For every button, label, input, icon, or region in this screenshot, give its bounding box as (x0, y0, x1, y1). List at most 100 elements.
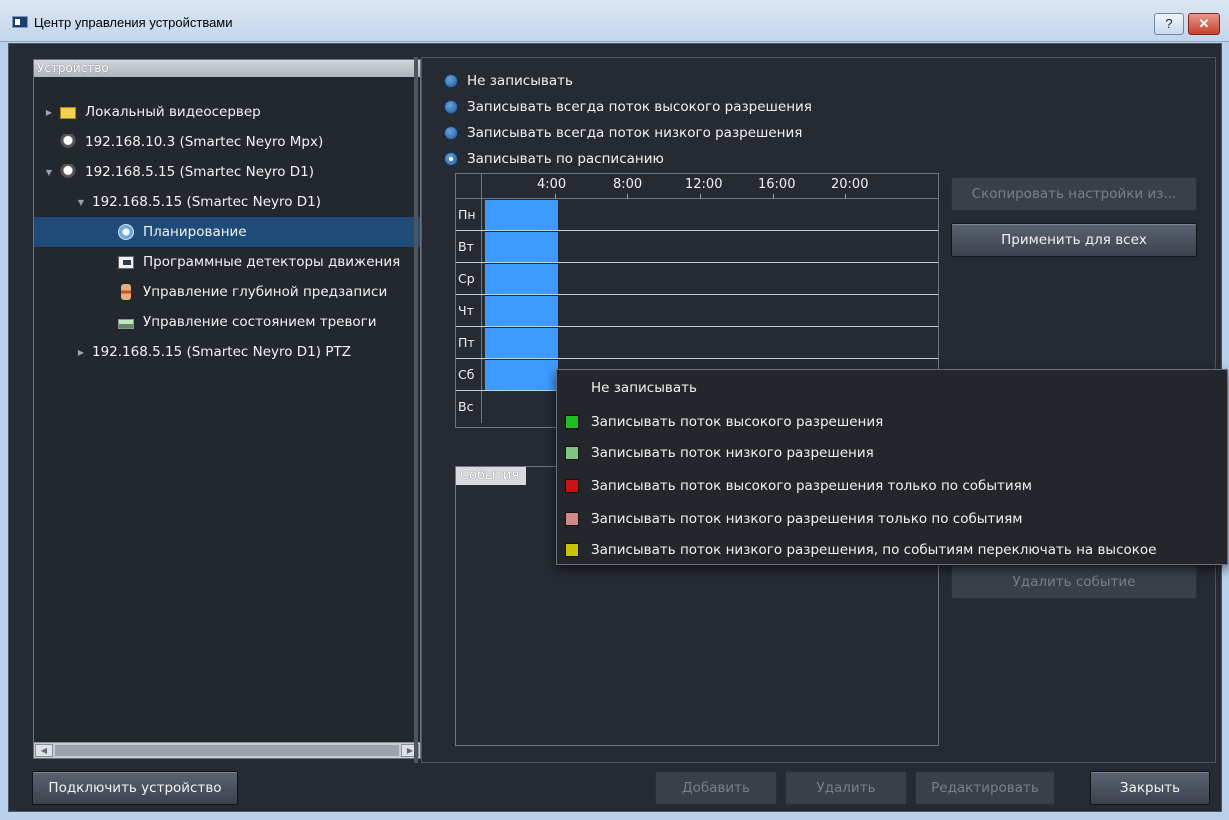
hour-label: 16:00 (758, 177, 796, 192)
tree-item-label: Локальный видеосервер (85, 104, 261, 120)
day-label: Вс (456, 391, 482, 423)
recorded-block[interactable] (485, 200, 558, 230)
tree-item-channel-d1[interactable]: ▼ 192.168.5.15 (Smartec Neyro D1) (76, 187, 321, 217)
tree-item-label: Программные детекторы движения (143, 254, 401, 270)
menu-item-label: Записывать поток низкого разрешения (591, 445, 874, 461)
tree-item-label: 192.168.5.15 (Smartec Neyro D1) (92, 194, 322, 210)
camera-icon (60, 134, 76, 150)
hour-label: 20:00 (831, 177, 869, 192)
copy-settings-button[interactable]: Скопировать настройки из... (951, 177, 1197, 211)
delete-button[interactable]: Удалить (785, 771, 907, 805)
day-label: Сб (456, 359, 482, 390)
panel-splitter[interactable] (414, 57, 418, 763)
recorded-block[interactable] (485, 328, 558, 358)
app-window-icon (12, 16, 28, 28)
title-bar: Центр управления устройствами ? ✕ (0, 0, 1229, 42)
radio-button-icon[interactable] (444, 74, 458, 88)
tree-item-device-d1[interactable]: ▼ 192.168.5.15 (Smartec Neyro D1) (44, 157, 314, 187)
radio-record-always-high[interactable]: Записывать всегда поток высокого разреше… (444, 97, 812, 117)
expand-arrow-icon[interactable]: ▶ (76, 348, 86, 357)
radio-label: Не записывать (467, 73, 573, 89)
menu-item-no-record[interactable]: Не записывать (557, 372, 1227, 404)
menu-item-label: Записывать поток высокого разрешения (591, 414, 884, 430)
color-swatch-icon (565, 512, 579, 526)
schedule-day-row[interactable]: Пн (456, 199, 938, 231)
radio-button-icon[interactable] (444, 100, 458, 114)
menu-item-label: Записывать поток высокого разрешения тол… (591, 478, 1032, 494)
menu-item-record-high[interactable]: Записывать поток высокого разрешения (557, 406, 1227, 438)
connect-device-button[interactable]: Подключить устройство (32, 771, 238, 805)
tree-item-device-mpx[interactable]: 192.168.10.3 (Smartec Neyro Mpx) (60, 127, 323, 157)
motion-detector-icon (118, 256, 134, 269)
radio-button-checked-icon[interactable] (444, 152, 458, 166)
collapse-arrow-icon[interactable]: ▼ (44, 168, 54, 177)
menu-item-label: Не записывать (591, 380, 697, 396)
recorded-block[interactable] (485, 360, 558, 390)
tree-item-label: Планирование (143, 224, 247, 240)
day-label: Пн (456, 199, 482, 230)
menu-item-label: Записывать поток низкого разрешения толь… (591, 511, 1023, 527)
window-close-button[interactable]: ✕ (1188, 13, 1220, 35)
hour-label: 4:00 (537, 177, 567, 192)
menu-item-record-low-switch-high[interactable]: Записывать поток низкого разрешения, по … (557, 534, 1227, 566)
edit-button[interactable]: Редактировать (915, 771, 1055, 805)
tree-item-pre-record-depth[interactable]: Управление глубиной предзаписи (118, 277, 387, 307)
expand-arrow-icon[interactable]: ▶ (44, 108, 54, 117)
radio-no-record[interactable]: Не записывать (444, 71, 573, 91)
tree-item-label: Управление состоянием тревоги (143, 314, 377, 330)
schedule-day-row[interactable]: Вт (456, 231, 938, 263)
color-swatch-icon (565, 479, 579, 493)
tree-item-label: 192.168.5.15 (Smartec Neyro D1) PTZ (92, 344, 351, 360)
add-button[interactable]: Добавить (655, 771, 777, 805)
window-title: Центр управления устройствами (34, 15, 233, 30)
schedule-day-row[interactable]: Чт (456, 295, 938, 327)
color-swatch-icon (565, 446, 579, 460)
radio-label: Записывать по расписанию (467, 151, 664, 167)
schedule-day-row[interactable]: Ср (456, 263, 938, 295)
recorded-block[interactable] (485, 264, 558, 294)
clock-icon (118, 224, 134, 240)
pre-record-depth-icon (121, 284, 131, 300)
delete-event-button[interactable]: Удалить событие (951, 565, 1197, 599)
color-swatch-icon (565, 543, 579, 557)
events-title: События (456, 467, 526, 485)
alarm-state-icon (118, 318, 134, 329)
horizontal-scrollbar[interactable]: ◀ ▶ (34, 742, 420, 758)
schedule-day-row[interactable]: Пт (456, 327, 938, 359)
tree-item-alarm-state[interactable]: Управление состоянием тревоги (118, 307, 377, 337)
tree-item-label: Управление глубиной предзаписи (143, 284, 388, 300)
menu-item-record-low-events[interactable]: Записывать поток низкого разрешения толь… (557, 503, 1227, 535)
radio-record-always-low[interactable]: Записывать всегда поток низкого разрешен… (444, 123, 802, 143)
scroll-left-icon[interactable]: ◀ (35, 744, 53, 757)
tree-item-label: 192.168.5.15 (Smartec Neyro D1) (85, 164, 315, 180)
device-tree-header: Устройство (34, 60, 420, 77)
menu-item-record-low[interactable]: Записывать поток низкого разрешения (557, 437, 1227, 469)
record-mode-context-menu: Не записывать Записывать поток высокого … (556, 369, 1228, 565)
recorded-block[interactable] (485, 296, 558, 326)
day-label: Ср (456, 263, 482, 294)
hour-label: 8:00 (613, 177, 643, 192)
tree-item-ptz[interactable]: ▶ 192.168.5.15 (Smartec Neyro D1) PTZ (76, 337, 351, 367)
collapse-arrow-icon[interactable]: ▼ (76, 198, 86, 207)
menu-item-record-high-events[interactable]: Записывать поток высокого разрешения тол… (557, 470, 1227, 502)
tree-item-label: 192.168.10.3 (Smartec Neyro Mpx) (85, 134, 324, 150)
recorded-block[interactable] (485, 232, 558, 262)
radio-label: Записывать всегда поток низкого разрешен… (467, 125, 803, 141)
apply-for-all-button[interactable]: Применить для всех (951, 223, 1197, 257)
tree-item-motion-detectors[interactable]: Программные детекторы движения (118, 247, 400, 277)
radio-button-icon[interactable] (444, 126, 458, 140)
day-label: Пт (456, 327, 482, 358)
scrollbar-thumb[interactable] (55, 745, 399, 756)
close-button[interactable]: Закрыть (1090, 771, 1210, 805)
device-tree[interactable]: Устройство ▶ Локальный видеосервер 192.1… (33, 59, 421, 759)
tree-item-local-videoserver[interactable]: ▶ Локальный видеосервер (44, 97, 261, 127)
tree-item-scheduling[interactable]: Планирование (34, 217, 420, 247)
color-swatch-icon (565, 415, 579, 429)
menu-item-label: Записывать поток низкого разрешения, по … (591, 542, 1157, 558)
folder-icon (60, 107, 76, 119)
help-button[interactable]: ? (1154, 13, 1184, 35)
radio-label: Записывать всегда поток высокого разреше… (467, 99, 812, 115)
hour-label: 12:00 (685, 177, 723, 192)
radio-record-by-schedule[interactable]: Записывать по расписанию (444, 149, 664, 169)
day-label: Вт (456, 231, 482, 262)
